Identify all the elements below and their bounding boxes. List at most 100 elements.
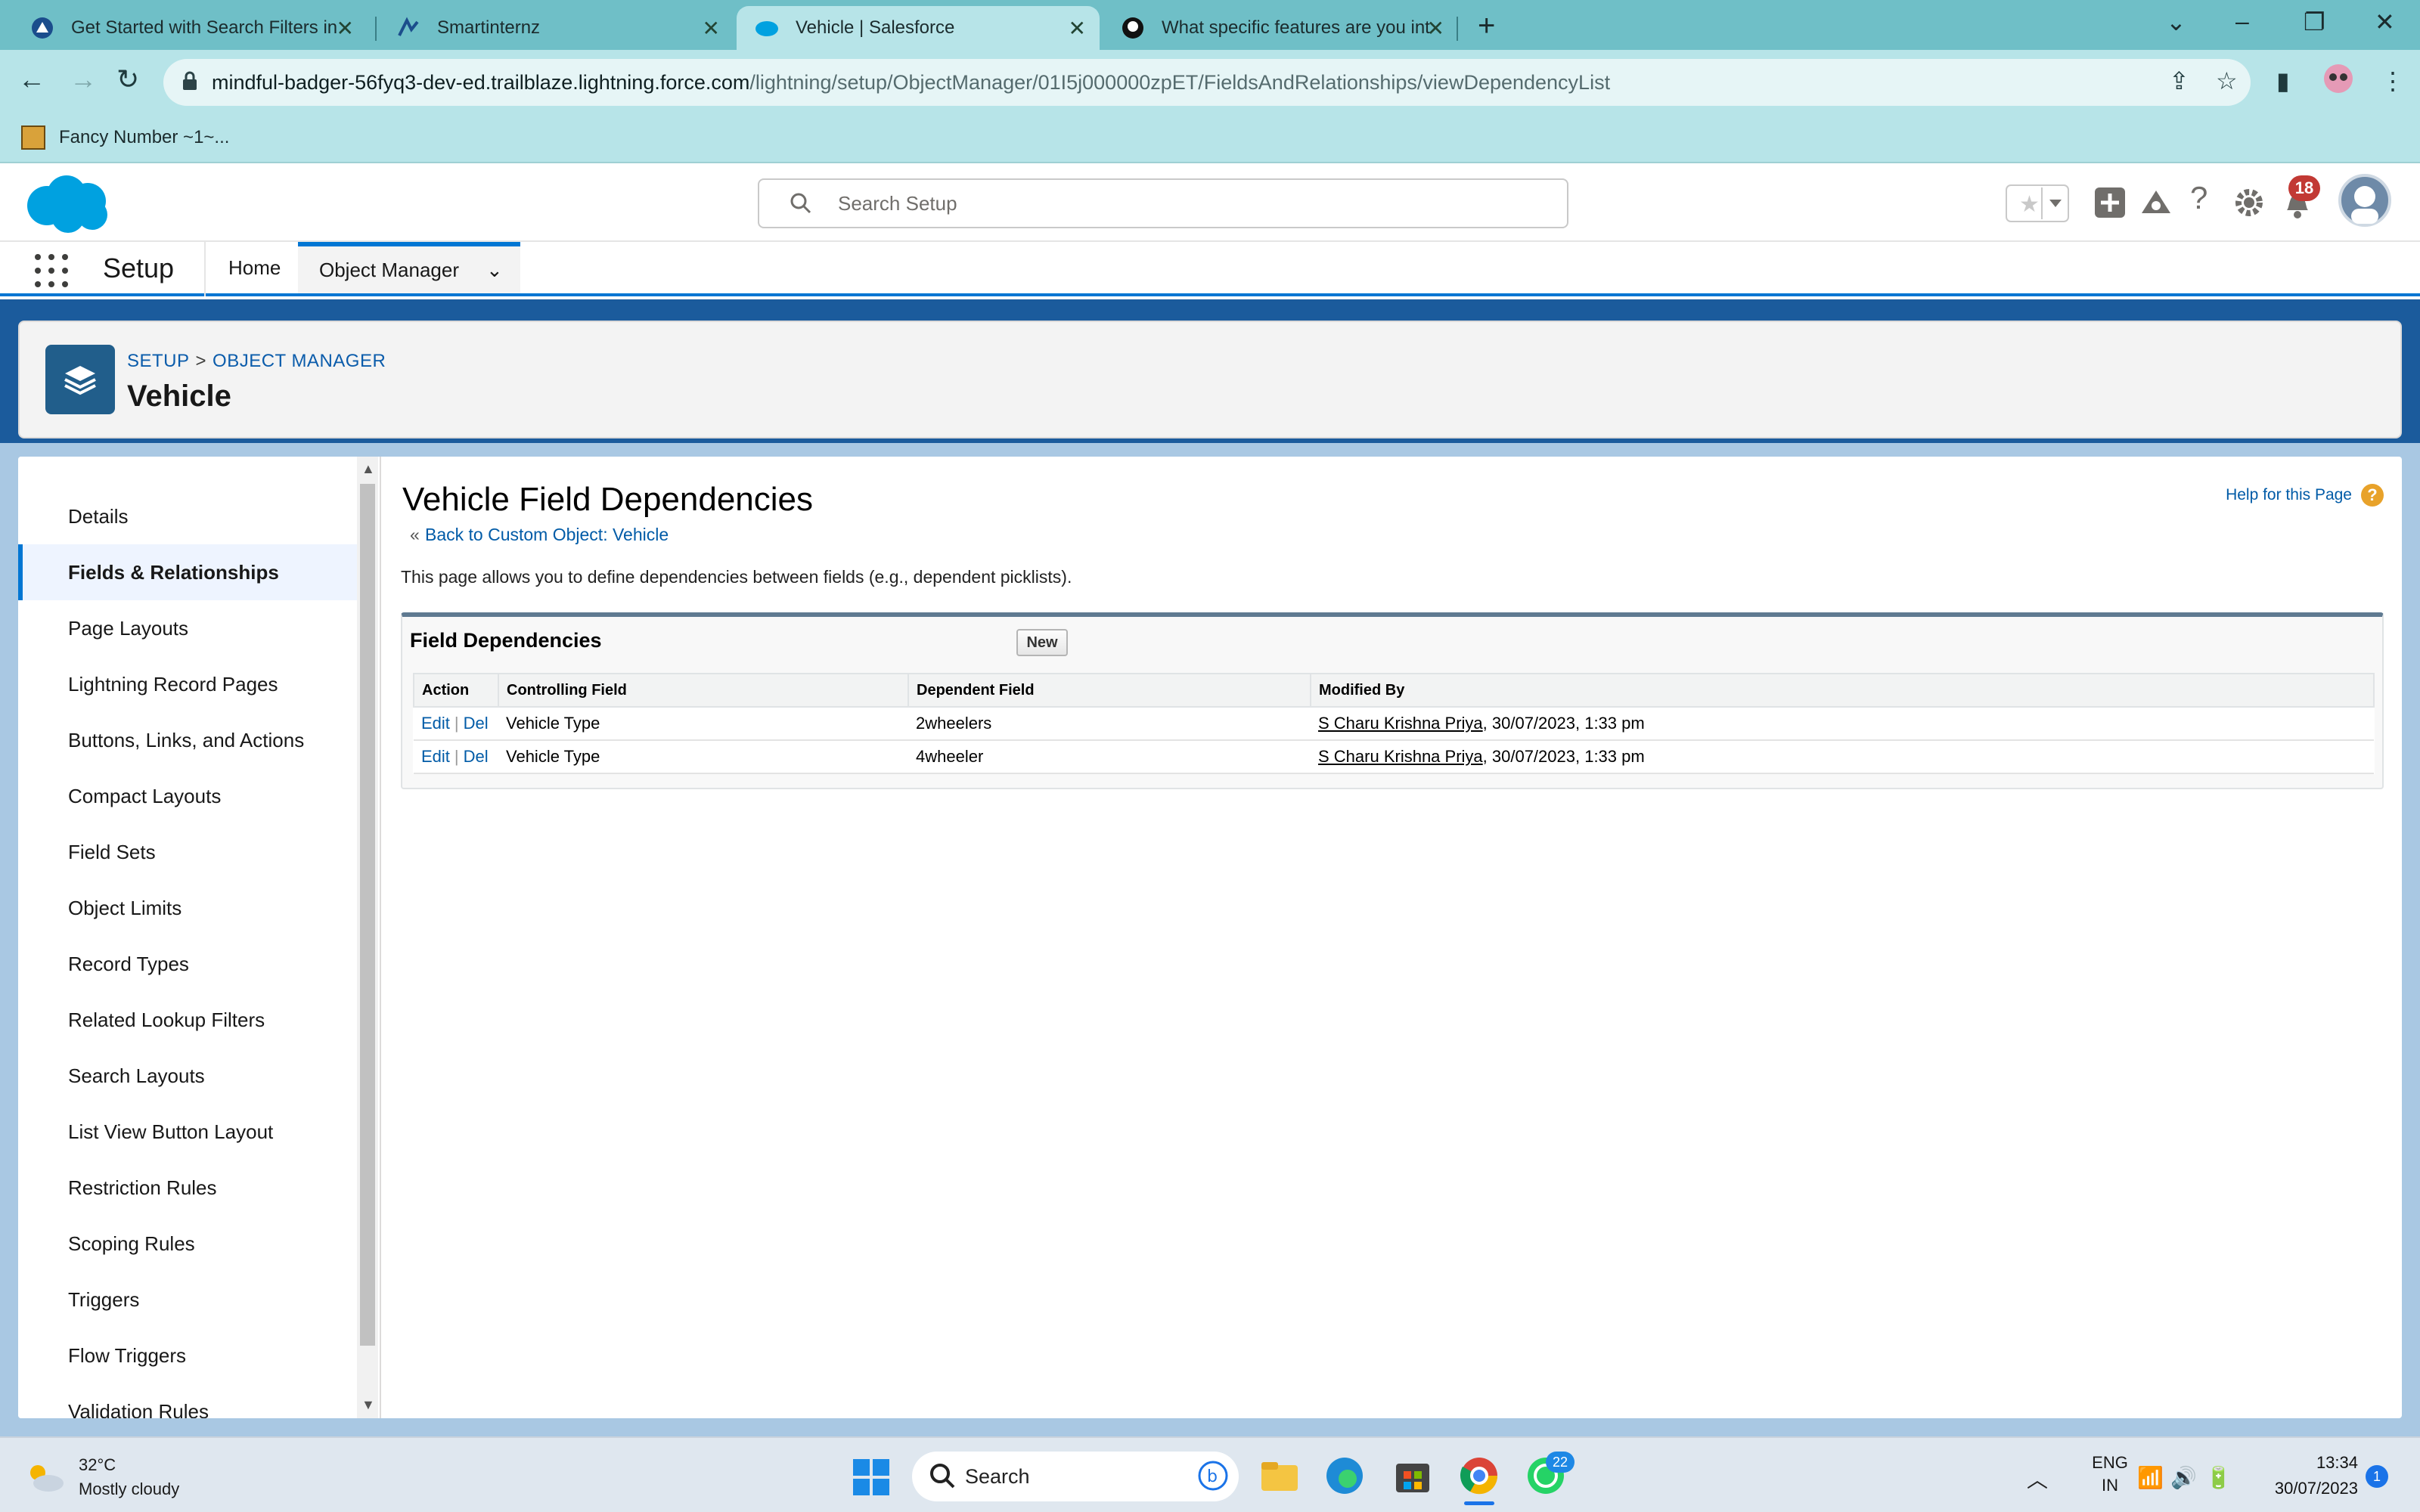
sidebar-item-details[interactable]: Details xyxy=(18,488,357,544)
salesforce-logo-icon[interactable] xyxy=(23,172,113,240)
battery-icon[interactable]: 🔋 xyxy=(2205,1465,2232,1490)
browser-tab-smartinternz[interactable]: Smartinternz ✕ xyxy=(378,6,734,50)
address-bar[interactable]: mindful-badger-56fyq3-dev-ed.trailblaze.… xyxy=(163,59,2251,106)
scroll-down-arrow-icon[interactable]: ▼ xyxy=(361,1397,375,1413)
sidebar-item-field-sets[interactable]: Field Sets xyxy=(18,824,357,880)
sidebar-item-list-view-button-layout[interactable]: List View Button Layout xyxy=(18,1104,357,1160)
trailhead-guidance-icon[interactable] xyxy=(2139,186,2173,223)
new-tab-plus-icon[interactable]: + xyxy=(1478,9,1495,43)
table-row: Edit | Del Vehicle Type 2wheelers S Charu … xyxy=(414,707,2374,741)
bookmark-fancy-number[interactable]: Fancy Number ~1~... xyxy=(21,125,229,150)
edit-link[interactable]: Edit xyxy=(421,714,450,733)
nav-tab-home[interactable]: Home xyxy=(228,242,281,293)
setup-gear-icon[interactable] xyxy=(2232,186,2266,223)
sidebar-item-lightning-record-pages[interactable]: Lightning Record Pages xyxy=(18,656,357,712)
taskbar-search-input[interactable]: Search b xyxy=(912,1452,1239,1501)
lock-icon xyxy=(182,71,198,91)
modified-time: , 30/07/2023, 1:33 pm xyxy=(1482,747,1645,766)
profile-avatar-icon[interactable] xyxy=(2323,64,2353,100)
modified-by-user-link[interactable]: S Charu Krishna Priya xyxy=(1318,714,1483,733)
active-app-indicator xyxy=(1464,1501,1494,1505)
volume-icon[interactable]: 🔊 xyxy=(2170,1465,2197,1490)
sidebar-item-validation-rules[interactable]: Validation Rules xyxy=(18,1383,357,1419)
setup-search-input[interactable]: Search Setup xyxy=(758,178,1568,228)
nav-divider xyxy=(204,242,206,296)
tab-search-chevron-icon[interactable]: ⌄ xyxy=(2166,8,2186,36)
close-tab-icon[interactable]: ✕ xyxy=(337,16,354,41)
sidebar-item-search-layouts[interactable]: Search Layouts xyxy=(18,1048,357,1104)
notification-center-badge[interactable]: 1 xyxy=(2366,1465,2388,1488)
region-code: IN xyxy=(2102,1476,2118,1495)
microsoft-store-icon[interactable] xyxy=(1392,1455,1434,1497)
sidebar-item-triggers[interactable]: Triggers xyxy=(18,1272,357,1328)
close-tab-icon[interactable]: ✕ xyxy=(1427,16,1444,41)
scroll-up-arrow-icon[interactable]: ▲ xyxy=(361,461,375,477)
content-panel: Details Fields & Relationships Page Layo… xyxy=(18,457,2402,1418)
language-indicator[interactable]: ENG IN xyxy=(2087,1452,2133,1497)
system-clock[interactable]: 13:34 30/07/2023 xyxy=(2260,1450,2358,1501)
sidebar-item-page-layouts[interactable]: Page Layouts xyxy=(18,600,357,656)
laquo-icon: « xyxy=(410,525,420,544)
sidebar-item-related-lookup-filters[interactable]: Related Lookup Filters xyxy=(18,992,357,1048)
window-close-icon[interactable]: ✕ xyxy=(2375,8,2395,36)
object-sidebar: Details Fields & Relationships Page Layo… xyxy=(18,457,357,1418)
delete-link[interactable]: Del xyxy=(464,714,489,733)
restore-icon[interactable]: ❐ xyxy=(2304,8,2325,36)
show-hidden-icons-chevron-icon[interactable]: ︿ xyxy=(2027,1464,2048,1494)
forward-arrow-icon[interactable]: → xyxy=(70,64,97,95)
edge-browser-icon[interactable] xyxy=(1323,1455,1366,1497)
chrome-menu-icon[interactable]: ⋮ xyxy=(2381,67,2405,95)
tab-title: Smartinternz xyxy=(437,17,541,38)
edit-link[interactable]: Edit xyxy=(421,747,450,766)
close-tab-icon[interactable]: ✕ xyxy=(703,16,720,41)
share-icon[interactable]: ⇪ xyxy=(2169,67,2189,95)
back-arrow-icon[interactable]: ← xyxy=(18,64,45,95)
delete-link[interactable]: Del xyxy=(464,747,489,766)
bookmark-star-icon[interactable]: ☆ xyxy=(2216,67,2238,95)
wifi-icon[interactable]: 📶 xyxy=(2137,1465,2164,1490)
sidebar-item-flow-triggers[interactable]: Flow Triggers xyxy=(18,1328,357,1383)
sidebar-item-restriction-rules[interactable]: Restriction Rules xyxy=(18,1160,357,1216)
sidebar-item-scoping-rules[interactable]: Scoping Rules xyxy=(18,1216,357,1272)
browser-tab-github[interactable]: What specific features are you int ✕ xyxy=(1103,6,1458,50)
action-cell: Edit | Del xyxy=(414,740,498,774)
help-icon[interactable]: ? xyxy=(2190,180,2207,216)
scrollbar-thumb[interactable] xyxy=(360,484,375,1346)
nav-tab-object-manager[interactable]: Object Manager ⌄ xyxy=(298,242,520,293)
new-dependency-button[interactable]: New xyxy=(1016,629,1068,656)
browser-toolbar: ← → ↻ mindful-badger-56fyq3-dev-ed.trail… xyxy=(0,50,2420,115)
breadcrumb-setup[interactable]: SETUP xyxy=(127,351,190,371)
app-launcher-icon[interactable] xyxy=(35,254,68,287)
chrome-browser-icon[interactable] xyxy=(1458,1455,1500,1505)
sidebar-scrollbar[interactable]: ▲ ▼ xyxy=(357,457,378,1418)
modified-by-user-link[interactable]: S Charu Krishna Priya xyxy=(1318,747,1483,766)
sidebar-item-buttons-links-actions[interactable]: Buttons, Links, and Actions xyxy=(18,712,357,768)
reload-icon[interactable]: ↻ xyxy=(116,64,139,95)
sidebar-item-object-limits[interactable]: Object Limits xyxy=(18,880,357,936)
breadcrumb-object-manager[interactable]: OBJECT MANAGER xyxy=(213,351,386,371)
dependent-field-cell: 4wheeler xyxy=(908,740,1311,774)
chevron-down-icon[interactable]: ⌄ xyxy=(486,259,503,282)
help-for-page-link[interactable]: Help for this Page ? xyxy=(2226,484,2384,507)
user-avatar[interactable] xyxy=(2338,174,2391,227)
search-icon xyxy=(929,1462,956,1495)
sidebar-item-compact-layouts[interactable]: Compact Layouts xyxy=(18,768,357,824)
weather-widget[interactable]: 32°C Mostly cloudy xyxy=(24,1453,179,1501)
sidebar-item-fields-relationships[interactable]: Fields & Relationships xyxy=(18,544,357,600)
browser-tab-vehicle-salesforce[interactable]: Vehicle | Salesforce ✕ xyxy=(737,6,1100,50)
close-tab-icon[interactable]: ✕ xyxy=(1069,16,1086,41)
side-panel-icon[interactable]: ▮ xyxy=(2276,67,2290,95)
sidebar-item-record-types[interactable]: Record Types xyxy=(18,936,357,992)
global-actions-plus-icon[interactable] xyxy=(2093,186,2127,223)
favorites-star-icon[interactable]: ★ xyxy=(2006,184,2069,226)
browser-tab-search-filters[interactable]: Get Started with Search Filters in ✕ xyxy=(12,6,368,50)
bing-icon[interactable]: b xyxy=(1198,1461,1228,1496)
windows-start-icon[interactable] xyxy=(853,1459,889,1495)
file-explorer-icon[interactable] xyxy=(1258,1455,1301,1497)
back-link-label: Back to Custom Object: Vehicle xyxy=(425,525,669,544)
back-to-object-link[interactable]: « Back to Custom Object: Vehicle xyxy=(410,525,669,545)
object-layers-icon xyxy=(45,345,115,414)
weather-condition: Mostly cloudy xyxy=(79,1479,180,1498)
minimize-icon[interactable]: – xyxy=(2235,8,2249,36)
tab-title: Get Started with Search Filters in xyxy=(71,17,338,38)
